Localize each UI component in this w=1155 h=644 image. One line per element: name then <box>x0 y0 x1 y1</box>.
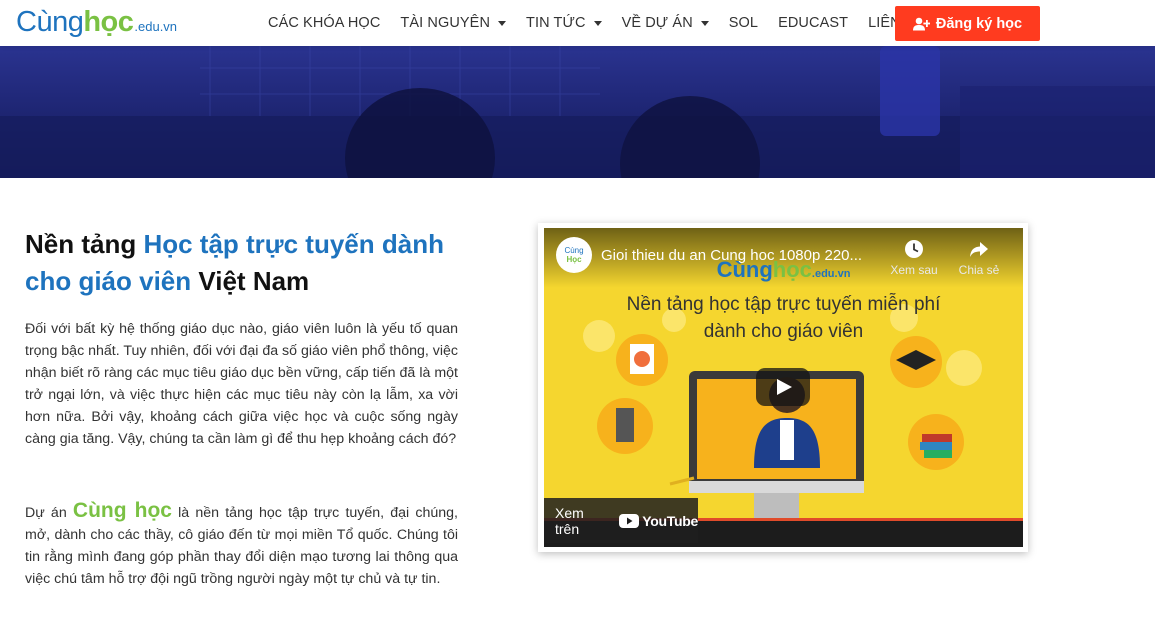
youtube-video-player[interactable]: Cùng Học Gioi thieu du an Cung hoc 1080p… <box>544 228 1023 547</box>
top-navbar: Cùng học .edu.vn CÁC KHÓA HỌC TÀI NGUYÊN… <box>0 0 1155 46</box>
channel-avatar-line1: Cùng <box>564 246 584 255</box>
caret-down-icon <box>700 20 709 26</box>
watch-on-youtube-button[interactable]: Xem trên YouTube <box>544 498 698 543</box>
nav-item-label: VỀ DỰ ÁN <box>621 15 693 31</box>
register-button[interactable]: Đăng ký học <box>895 6 1040 41</box>
nav-item-label: EDUCAST <box>778 15 849 31</box>
nav-item-resources[interactable]: TÀI NGUYÊN <box>400 15 507 31</box>
nav-item-label: SOL <box>728 15 759 31</box>
project-paragraph: Dự án Cùng học là nền tảng học tập trực … <box>25 500 458 590</box>
intro-paragraph: Đối với bất kỳ hệ thống giáo dục nào, gi… <box>25 321 458 447</box>
video-brand-part1: Cùng <box>716 257 773 282</box>
nav-item-educast[interactable]: EDUCAST <box>778 15 848 31</box>
headline-part1: Nền tảng <box>25 229 144 259</box>
youtube-play-icon <box>619 513 640 528</box>
nav-item-news[interactable]: TIN TỨC <box>526 15 602 31</box>
youtube-logo: YouTube <box>619 513 698 529</box>
play-button[interactable] <box>756 368 810 406</box>
register-button-label: Đăng ký học <box>935 15 1023 32</box>
logo-text-cung: Cùng <box>16 6 84 38</box>
nav-item-courses[interactable]: CÁC KHÓA HỌC <box>268 15 380 31</box>
video-slide-line1: Nền tảng học tập trực tuyến miễn phí <box>626 294 941 315</box>
share-arrow-icon <box>970 242 988 257</box>
logo-text-domain: .edu.vn <box>134 19 178 34</box>
inline-brand-name: Cùng học <box>72 499 172 522</box>
video-brand-part2: học <box>772 257 812 282</box>
hero-classroom-image <box>0 46 1155 178</box>
youtube-wordmark: YouTube <box>642 512 698 529</box>
caret-down-icon <box>498 20 507 26</box>
nav-item-about[interactable]: VỀ DỰ ÁN <box>622 15 709 31</box>
nav-item-label: CÁC KHÓA HỌC <box>268 15 381 31</box>
main-menu: CÁC KHÓA HỌC TÀI NGUYÊN TIN TỨC VỀ DỰ ÁN… <box>268 0 945 46</box>
clock-icon <box>905 240 923 258</box>
nav-item-sol[interactable]: SOL <box>729 15 758 31</box>
video-embed-card: Cùng Học Gioi thieu du an Cung hoc 1080p… <box>538 223 1028 552</box>
paragraph-prefix: Dự án <box>25 505 73 521</box>
site-logo[interactable]: Cùng học .edu.vn <box>16 6 177 40</box>
nav-item-label: TÀI NGUYÊN <box>400 15 491 31</box>
video-slide-brand: Cùnghọc.edu.vn <box>544 257 1023 283</box>
user-plus-icon <box>912 17 930 30</box>
video-brand-suffix: .edu.vn <box>811 268 851 280</box>
page-headline: Nền tảng Học tập trực tuyến dành cho giá… <box>25 226 445 300</box>
headline-part2: Việt Nam <box>191 266 310 296</box>
hero-banner <box>0 46 1155 178</box>
nav-item-label: TIN TỨC <box>526 15 586 31</box>
watch-on-label: Xem trên <box>555 504 584 537</box>
video-slide-line2: dành cho giáo viên <box>703 321 864 342</box>
caret-down-icon <box>593 20 602 26</box>
logo-text-hoc: học <box>83 6 134 38</box>
